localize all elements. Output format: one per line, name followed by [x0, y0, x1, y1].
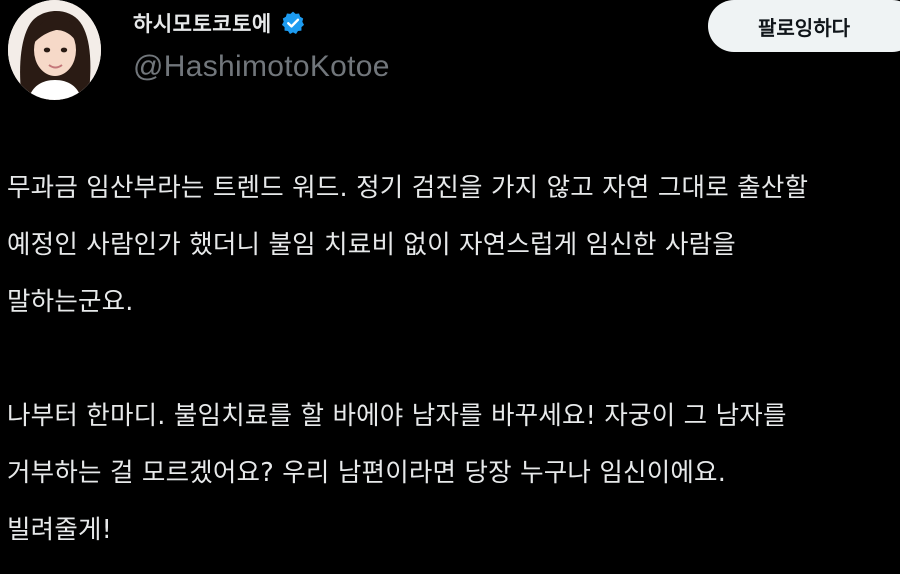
- following-button[interactable]: 팔로잉하다: [708, 0, 900, 52]
- author-name-row: 하시모토코토에: [133, 6, 306, 40]
- avatar-photo: [8, 0, 101, 100]
- author-display-name[interactable]: 하시모토코토에: [133, 8, 272, 38]
- author-avatar[interactable]: [8, 0, 101, 100]
- verified-badge-icon: [280, 10, 306, 36]
- author-handle[interactable]: @HashimotoKotoe: [133, 50, 390, 84]
- tweet-text-line: 거부하는 걸 모르겠어요? 우리 남편이라면 당장 누구나 임신이에요.: [7, 458, 727, 488]
- tweet: 하시모토코토에 @HashimotoKotoe 팔로잉하다 무과금 임산부라는 …: [0, 0, 900, 574]
- tweet-text-line: 무과금 임산부라는 트렌드 워드. 정기 검진을 가지 않고 자연 그대로 출산…: [7, 173, 809, 203]
- tweet-paragraph: 무과금 임산부라는 트렌드 워드. 정기 검진을 가지 않고 자연 그대로 출산…: [7, 160, 897, 331]
- tweet-header: 하시모토코토에 @HashimotoKotoe 팔로잉하다: [0, 0, 900, 110]
- tweet-text-line: 말하는군요.: [7, 287, 134, 317]
- tweet-text-line: 예정인 사람인가 했더니 불임 치료비 없이 자연스럽게 임신한 사람을: [7, 230, 736, 260]
- tweet-text-line: 빌려줄게!: [7, 515, 113, 545]
- tweet-text-line: 나부터 한마디. 불임치료를 할 바에야 남자를 바꾸세요! 자궁이 그 남자를: [7, 401, 787, 431]
- tweet-paragraph: 나부터 한마디. 불임치료를 할 바에야 남자를 바꾸세요! 자궁이 그 남자를…: [7, 388, 897, 559]
- tweet-text: 무과금 임산부라는 트렌드 워드. 정기 검진을 가지 않고 자연 그대로 출산…: [7, 160, 897, 559]
